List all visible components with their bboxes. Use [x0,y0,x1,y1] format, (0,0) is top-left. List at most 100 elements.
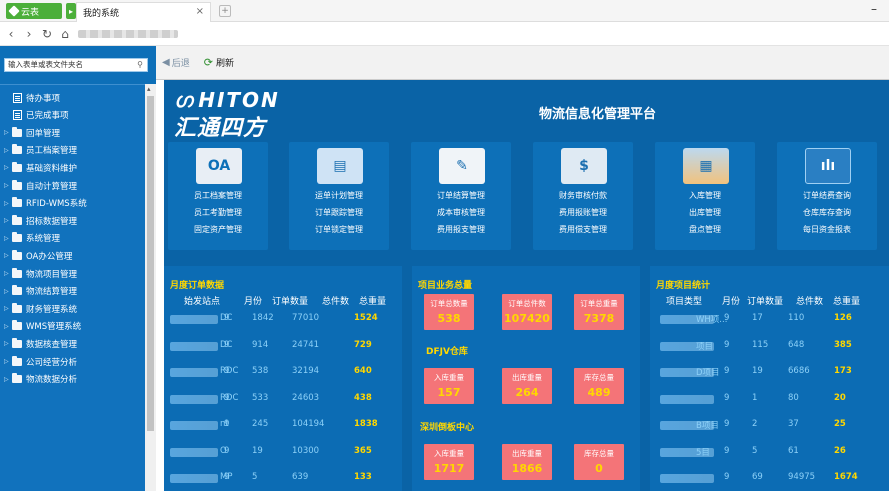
home-icon[interactable]: ⌂ [58,27,72,41]
expand-caret-icon[interactable]: ▷ [4,252,12,259]
sidebar-item[interactable]: ▷ 回单管理 [0,124,145,141]
expand-caret-icon[interactable]: ▷ [4,217,12,224]
sidebar-item-label: 物流结算管理 [26,287,78,298]
sidebar-item[interactable]: ▷ 物流项目管理 [0,265,145,282]
minimize-button[interactable]: – [871,2,877,16]
expand-caret-icon[interactable]: ▷ [4,235,12,242]
scroll-up-icon[interactable]: ▴ [147,85,151,93]
sidebar-item[interactable]: ▷ 数据核查管理 [0,335,145,352]
transport-plan-icon[interactable]: ▤ [317,148,363,184]
module-link[interactable]: 成本审核管理 [411,204,511,221]
sidebar-item[interactable]: ▷ 员工档案管理 [0,142,145,159]
close-icon[interactable]: × [196,6,204,17]
search-input[interactable]: 输入表单或表文件夹名 ⚲ [4,58,148,72]
tab-divider-icon: ▸ [66,3,76,19]
module-link[interactable]: 员工考勤管理 [168,204,268,221]
url-field[interactable] [78,29,178,38]
sidebar-item[interactable]: ▷ 物流结算管理 [0,283,145,300]
module-link[interactable]: 费用偿支管理 [533,221,633,238]
oa-icon[interactable]: OA [196,148,242,184]
expand-caret-icon[interactable]: ▷ [4,288,12,295]
module-link[interactable]: 运单计划管理 [289,187,389,204]
kpi-card[interactable]: 订单总数量 538 [424,294,474,330]
redacted-cell [660,474,714,483]
kpi-card[interactable]: 入库重量 1717 [424,444,474,480]
module-link[interactable]: 订单跟踪管理 [289,204,389,221]
cell-orders: 5 [252,472,258,482]
sidebar-item[interactable]: ▷ RFID-WMS系统 [0,195,145,212]
kpi-card[interactable]: 入库重量 157 [424,368,474,404]
logo-en-text: HITON [198,88,280,112]
back-arrow-icon[interactable]: ‹ [4,27,18,41]
expand-caret-icon[interactable]: ▷ [4,164,12,171]
back-button[interactable]: ◀ 后退 [162,56,190,69]
sidebar-item[interactable]: ▷ OA办公管理 [0,247,145,264]
home-tab[interactable]: 云表 [6,3,62,19]
sidebar-scrollbar[interactable]: ▴ [145,84,156,491]
order-settle-icon[interactable]: ✎ [439,148,485,184]
module-link[interactable]: 财务审核付款 [533,187,633,204]
browser-tab-bar: 云表 ▸ 我的系统 × + – [0,0,889,22]
module-link[interactable]: 仓库库存查询 [777,204,877,221]
sidebar-item[interactable]: ▷ 公司经营分析 [0,353,145,370]
sidebar-item[interactable]: 已完成事项 [0,107,145,124]
finance-icon[interactable]: $ [561,148,607,184]
expand-caret-icon[interactable]: ▷ [4,182,12,189]
module-link[interactable]: 员工档案管理 [168,187,268,204]
expand-caret-icon[interactable]: ▷ [4,147,12,154]
expand-caret-icon[interactable]: ▷ [4,376,12,383]
module-link[interactable]: 费用报账管理 [533,204,633,221]
expand-caret-icon[interactable]: ▷ [4,358,12,365]
new-tab-button[interactable]: + [219,5,231,17]
kpi-card[interactable]: 订单总件数 107420 [502,294,552,330]
kpi-card[interactable]: 库存总量 489 [574,368,624,404]
monthly-projects-panel: 月度项目统计 项目类型 月份 订单数量 总件数 总重量 WH项... 9 17 110 126 项目… [650,266,889,491]
sidebar-item[interactable]: ▷ 招标数据管理 [0,212,145,229]
expand-caret-icon[interactable]: ▷ [4,200,12,207]
kpi-card[interactable]: 库存总量 0 [574,444,624,480]
cell-orders: 1 [752,392,758,403]
sidebar-item[interactable]: ▷ 自动计算管理 [0,177,145,194]
module-link[interactable]: 订单结费查询 [777,187,877,204]
report-icon[interactable]: ılı [805,148,851,184]
sz-title: 深圳倒板中心 [420,423,475,433]
kpi-card[interactable]: 出库重量 264 [502,368,552,404]
refresh-button[interactable]: ⟳ 刷新 [204,56,234,69]
expand-caret-icon[interactable]: ▷ [4,340,12,347]
module-link[interactable]: 订单结算管理 [411,187,511,204]
sidebar-item[interactable]: 待办事项 [0,89,145,106]
document-icon [13,92,22,103]
kpi-card[interactable]: 订单总重量 7378 [574,294,624,330]
module-tile: OA 员工档案管理 员工考勤管理 固定资产管理 [168,142,268,250]
sidebar-item[interactable]: ▷ 物流数据分析 [0,371,145,388]
module-link[interactable]: 固定资产管理 [168,221,268,238]
scroll-thumb[interactable] [147,96,154,431]
forward-arrow-icon[interactable]: › [22,27,36,41]
sidebar-item[interactable]: ▷ 财务管理系统 [0,300,145,317]
module-link[interactable]: 订单锁定管理 [289,221,389,238]
module-link[interactable]: 费用报支管理 [411,221,511,238]
warehouse-icon[interactable]: ▦ [683,148,729,184]
sidebar-item-label: 已完成事项 [26,111,69,122]
module-link[interactable]: 出库管理 [655,204,755,221]
company-logo: ഗ HITON 汇通四方 [174,88,280,142]
column-header: 月份 [722,297,741,307]
sidebar-item[interactable]: ▷ 基础资料维护 [0,159,145,176]
module-link[interactable]: 盘点管理 [655,221,755,238]
sidebar-item[interactable]: ▷ 系统管理 [0,230,145,247]
cell-pieces: 639 [292,472,309,482]
expand-caret-icon[interactable]: ▷ [4,323,12,330]
redacted-cell [170,341,218,351]
module-links: 订单结算管理 成本审核管理 费用报支管理 [411,187,511,238]
kpi-card[interactable]: 出库重量 1866 [502,444,552,480]
search-icon[interactable]: ⚲ [137,59,143,71]
expand-caret-icon[interactable]: ▷ [4,305,12,312]
module-link[interactable]: 每日资金报表 [777,221,877,238]
column-header: 总重量 [833,297,861,307]
reload-icon[interactable]: ↻ [40,27,54,41]
tab-my-system[interactable]: 我的系统 × [76,2,211,22]
sidebar-item[interactable]: ▷ WMS管理系统 [0,318,145,335]
expand-caret-icon[interactable]: ▷ [4,129,12,136]
module-link[interactable]: 入库管理 [655,187,755,204]
expand-caret-icon[interactable]: ▷ [4,270,12,277]
